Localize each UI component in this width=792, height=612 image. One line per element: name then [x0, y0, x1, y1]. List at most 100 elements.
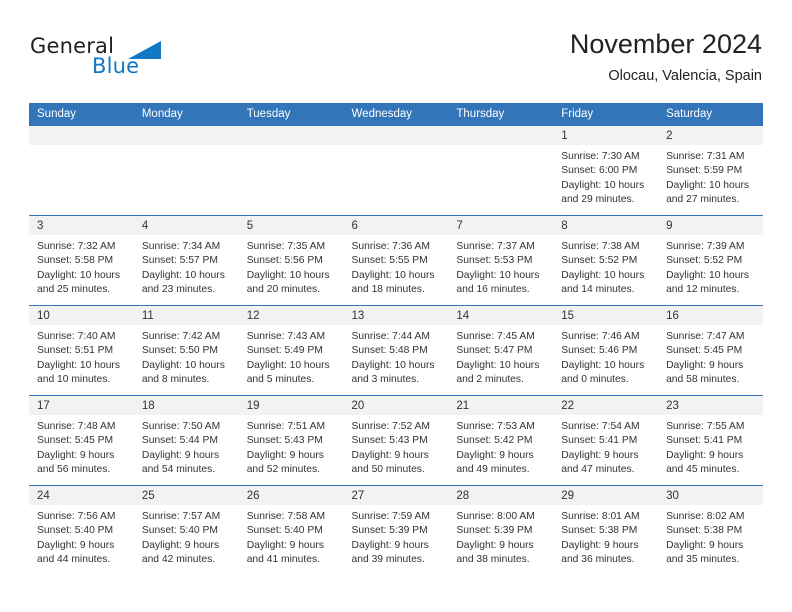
calendar-cell-empty	[343, 125, 449, 216]
day-number: 21	[448, 396, 554, 415]
calendar-day-cell[interactable]: 26 Sunrise: 7:58 AM Sunset: 5:40 PM Dayligh…	[238, 485, 344, 575]
sunrise-text: Sunrise: 8:00 AM	[456, 511, 535, 522]
calendar-day-cell[interactable]: 1 Sunrise: 7:30 AM Sunset: 6:00 PM Daylight…	[553, 125, 659, 216]
day-number: 2	[658, 126, 763, 145]
calendar-day-cell[interactable]: 6 Sunrise: 7:36 AM Sunset: 5:55 PM Daylight…	[343, 215, 449, 306]
calendar-day-cell[interactable]: 28 Sunrise: 8:00 AM Sunset: 5:39 PM Dayligh…	[448, 485, 554, 575]
sunset-text: Sunset: 5:52 PM	[666, 255, 743, 267]
day-details: Sunrise: 7:59 AM Sunset: 5:39 PM Daylight:…	[344, 505, 449, 567]
calendar-day-cell[interactable]: 30 Sunrise: 8:02 AM Sunset: 5:38 PM Dayligh…	[658, 485, 763, 575]
calendar-day-cell[interactable]: 23 Sunrise: 7:55 AM Sunset: 5:41 PM Dayligh…	[658, 395, 763, 486]
sunrise-text: Sunrise: 7:43 AM	[246, 331, 326, 342]
sunrise-text: Sunrise: 7:51 AM	[246, 421, 326, 432]
logo-text-blue: Blue	[92, 54, 140, 78]
day-number: 14	[448, 306, 554, 325]
calendar-day-cell[interactable]: 14 Sunrise: 7:45 AM Sunset: 5:47 PM Dayligh…	[448, 305, 554, 396]
calendar-cell-empty	[29, 125, 134, 216]
day-number: 26	[238, 486, 344, 505]
day-number: 15	[553, 306, 659, 325]
day-number: 28	[448, 486, 554, 505]
sunrise-text: Sunrise: 7:45 AM	[456, 331, 535, 342]
day-number: 10	[29, 306, 134, 325]
page-subtitle: Olocau, Valencia, Spain	[608, 68, 762, 84]
sunset-text: Sunset: 5:59 PM	[666, 165, 743, 177]
sunrise-text: Sunrise: 7:36 AM	[351, 241, 430, 252]
calendar-day-cell[interactable]: 4 Sunrise: 7:34 AM Sunset: 5:57 PM Daylight…	[133, 215, 239, 306]
title-block: November 2024 Olocau, Valencia, Spain	[570, 28, 762, 86]
day-details: Sunrise: 8:01 AM Sunset: 5:38 PM Daylight:…	[553, 505, 658, 567]
sunset-text: Sunset: 6:00 PM	[561, 165, 638, 177]
sunrise-text: Sunrise: 7:34 AM	[141, 241, 221, 252]
calendar-day-cell[interactable]: 13 Sunrise: 7:44 AM Sunset: 5:48 PM Dayligh…	[343, 305, 449, 396]
daylight-text: Daylight: 9 hours and 54 minutes.	[141, 449, 220, 475]
day-number: 20	[343, 396, 449, 415]
daylight-text: Daylight: 9 hours and 41 minutes.	[246, 539, 324, 565]
calendar-day-cell[interactable]: 27 Sunrise: 7:59 AM Sunset: 5:39 PM Dayligh…	[343, 485, 449, 575]
day-number: 12	[238, 306, 344, 325]
sunrise-text: Sunrise: 7:57 AM	[141, 511, 221, 522]
daylight-text: Daylight: 10 hours and 3 minutes.	[351, 359, 435, 385]
calendar-day-cell[interactable]: 17 Sunrise: 7:48 AM Sunset: 5:45 PM Dayligh…	[29, 395, 134, 486]
calendar-day-cell[interactable]: 16 Sunrise: 7:47 AM Sunset: 5:45 PM Dayligh…	[658, 305, 763, 396]
calendar-day-cell[interactable]: 22 Sunrise: 7:54 AM Sunset: 5:41 PM Dayligh…	[553, 395, 659, 486]
daylight-text: Daylight: 10 hours and 23 minutes.	[141, 269, 225, 295]
sunset-text: Sunset: 5:39 PM	[351, 525, 428, 537]
day-details: Sunrise: 7:48 AM Sunset: 5:45 PM Daylight:…	[29, 415, 134, 477]
day-number: 3	[29, 216, 134, 235]
day-details: Sunrise: 7:43 AM Sunset: 5:49 PM Daylight:…	[239, 325, 344, 387]
calendar-day-cell[interactable]: 20 Sunrise: 7:52 AM Sunset: 5:43 PM Dayligh…	[343, 395, 449, 486]
calendar-week-row: 1 Sunrise: 7:30 AM Sunset: 6:00 PM Daylight…	[29, 125, 763, 216]
day-number: 24	[29, 486, 134, 505]
day-details: Sunrise: 7:50 AM Sunset: 5:44 PM Daylight:…	[134, 415, 239, 477]
calendar-day-cell[interactable]: 24 Sunrise: 7:56 AM Sunset: 5:40 PM Dayligh…	[29, 485, 134, 575]
weekday-header-thursday: Thursday	[448, 103, 554, 126]
sunrise-text: Sunrise: 7:46 AM	[561, 331, 640, 342]
calendar-day-cell[interactable]: 7 Sunrise: 7:37 AM Sunset: 5:53 PM Daylight…	[448, 215, 554, 306]
calendar-day-cell[interactable]: 12 Sunrise: 7:43 AM Sunset: 5:49 PM Dayligh…	[238, 305, 344, 396]
page-title: November 2024	[569, 29, 762, 59]
general-blue-logo[interactable]: General Blue	[30, 34, 210, 90]
daylight-text: Daylight: 9 hours and 35 minutes.	[666, 539, 744, 565]
day-number: 18	[133, 396, 239, 415]
sunset-text: Sunset: 5:51 PM	[37, 345, 114, 357]
daylight-text: Daylight: 10 hours and 0 minutes.	[561, 359, 645, 385]
calendar-day-cell[interactable]: 2 Sunrise: 7:31 AM Sunset: 5:59 PM Daylight…	[658, 125, 763, 216]
calendar-day-cell[interactable]: 3 Sunrise: 7:32 AM Sunset: 5:58 PM Daylight…	[29, 215, 134, 306]
calendar-day-cell[interactable]: 15 Sunrise: 7:46 AM Sunset: 5:46 PM Dayligh…	[553, 305, 659, 396]
daylight-text: Daylight: 10 hours and 18 minutes.	[351, 269, 435, 295]
day-details: Sunrise: 7:30 AM Sunset: 6:00 PM Daylight:…	[553, 145, 658, 207]
day-number: 4	[133, 216, 239, 235]
day-details: Sunrise: 7:47 AM Sunset: 5:45 PM Daylight:…	[658, 325, 763, 387]
sunrise-text: Sunrise: 7:48 AM	[37, 421, 116, 432]
daylight-text: Daylight: 9 hours and 50 minutes.	[351, 449, 429, 475]
calendar-day-cell[interactable]: 11 Sunrise: 7:42 AM Sunset: 5:50 PM Dayligh…	[133, 305, 239, 396]
calendar-day-cell[interactable]: 25 Sunrise: 7:57 AM Sunset: 5:40 PM Dayligh…	[133, 485, 239, 575]
daylight-text: Daylight: 9 hours and 56 minutes.	[37, 449, 115, 475]
calendar-day-cell[interactable]: 21 Sunrise: 7:53 AM Sunset: 5:42 PM Dayligh…	[448, 395, 554, 486]
sunset-text: Sunset: 5:48 PM	[351, 345, 428, 357]
sunrise-text: Sunrise: 7:42 AM	[141, 331, 221, 342]
day-details: Sunrise: 8:00 AM Sunset: 5:39 PM Daylight:…	[448, 505, 553, 567]
day-number: 8	[553, 216, 659, 235]
sunrise-text: Sunrise: 8:02 AM	[666, 511, 745, 522]
calendar-day-cell[interactable]: 18 Sunrise: 7:50 AM Sunset: 5:44 PM Dayligh…	[133, 395, 239, 486]
calendar-day-cell[interactable]: 19 Sunrise: 7:51 AM Sunset: 5:43 PM Dayligh…	[238, 395, 344, 486]
day-details: Sunrise: 7:51 AM Sunset: 5:43 PM Daylight:…	[239, 415, 344, 477]
day-details: Sunrise: 7:45 AM Sunset: 5:47 PM Daylight:…	[448, 325, 553, 387]
calendar-day-cell[interactable]: 29 Sunrise: 8:01 AM Sunset: 5:38 PM Dayligh…	[553, 485, 659, 575]
weekday-header-saturday: Saturday	[658, 103, 763, 126]
sunset-text: Sunset: 5:55 PM	[351, 255, 428, 267]
calendar-day-cell[interactable]: 5 Sunrise: 7:35 AM Sunset: 5:56 PM Daylight…	[238, 215, 344, 306]
calendar-day-cell[interactable]: 8 Sunrise: 7:38 AM Sunset: 5:52 PM Daylight…	[553, 215, 659, 306]
day-number: 16	[658, 306, 763, 325]
daylight-text: Daylight: 9 hours and 42 minutes.	[141, 539, 220, 565]
day-details: Sunrise: 7:36 AM Sunset: 5:55 PM Daylight:…	[344, 235, 449, 297]
day-details: Sunrise: 7:44 AM Sunset: 5:48 PM Daylight:…	[344, 325, 449, 387]
day-number	[133, 126, 239, 145]
sunset-text: Sunset: 5:45 PM	[37, 435, 114, 447]
calendar-day-cell[interactable]: 10 Sunrise: 7:40 AM Sunset: 5:51 PM Dayligh…	[29, 305, 134, 396]
calendar-week-row: 3 Sunrise: 7:32 AM Sunset: 5:58 PM Daylight…	[29, 215, 763, 306]
calendar-day-cell[interactable]: 9 Sunrise: 7:39 AM Sunset: 5:52 PM Daylight…	[658, 215, 763, 306]
sunrise-text: Sunrise: 7:40 AM	[37, 331, 116, 342]
day-details: Sunrise: 7:42 AM Sunset: 5:50 PM Daylight:…	[134, 325, 239, 387]
